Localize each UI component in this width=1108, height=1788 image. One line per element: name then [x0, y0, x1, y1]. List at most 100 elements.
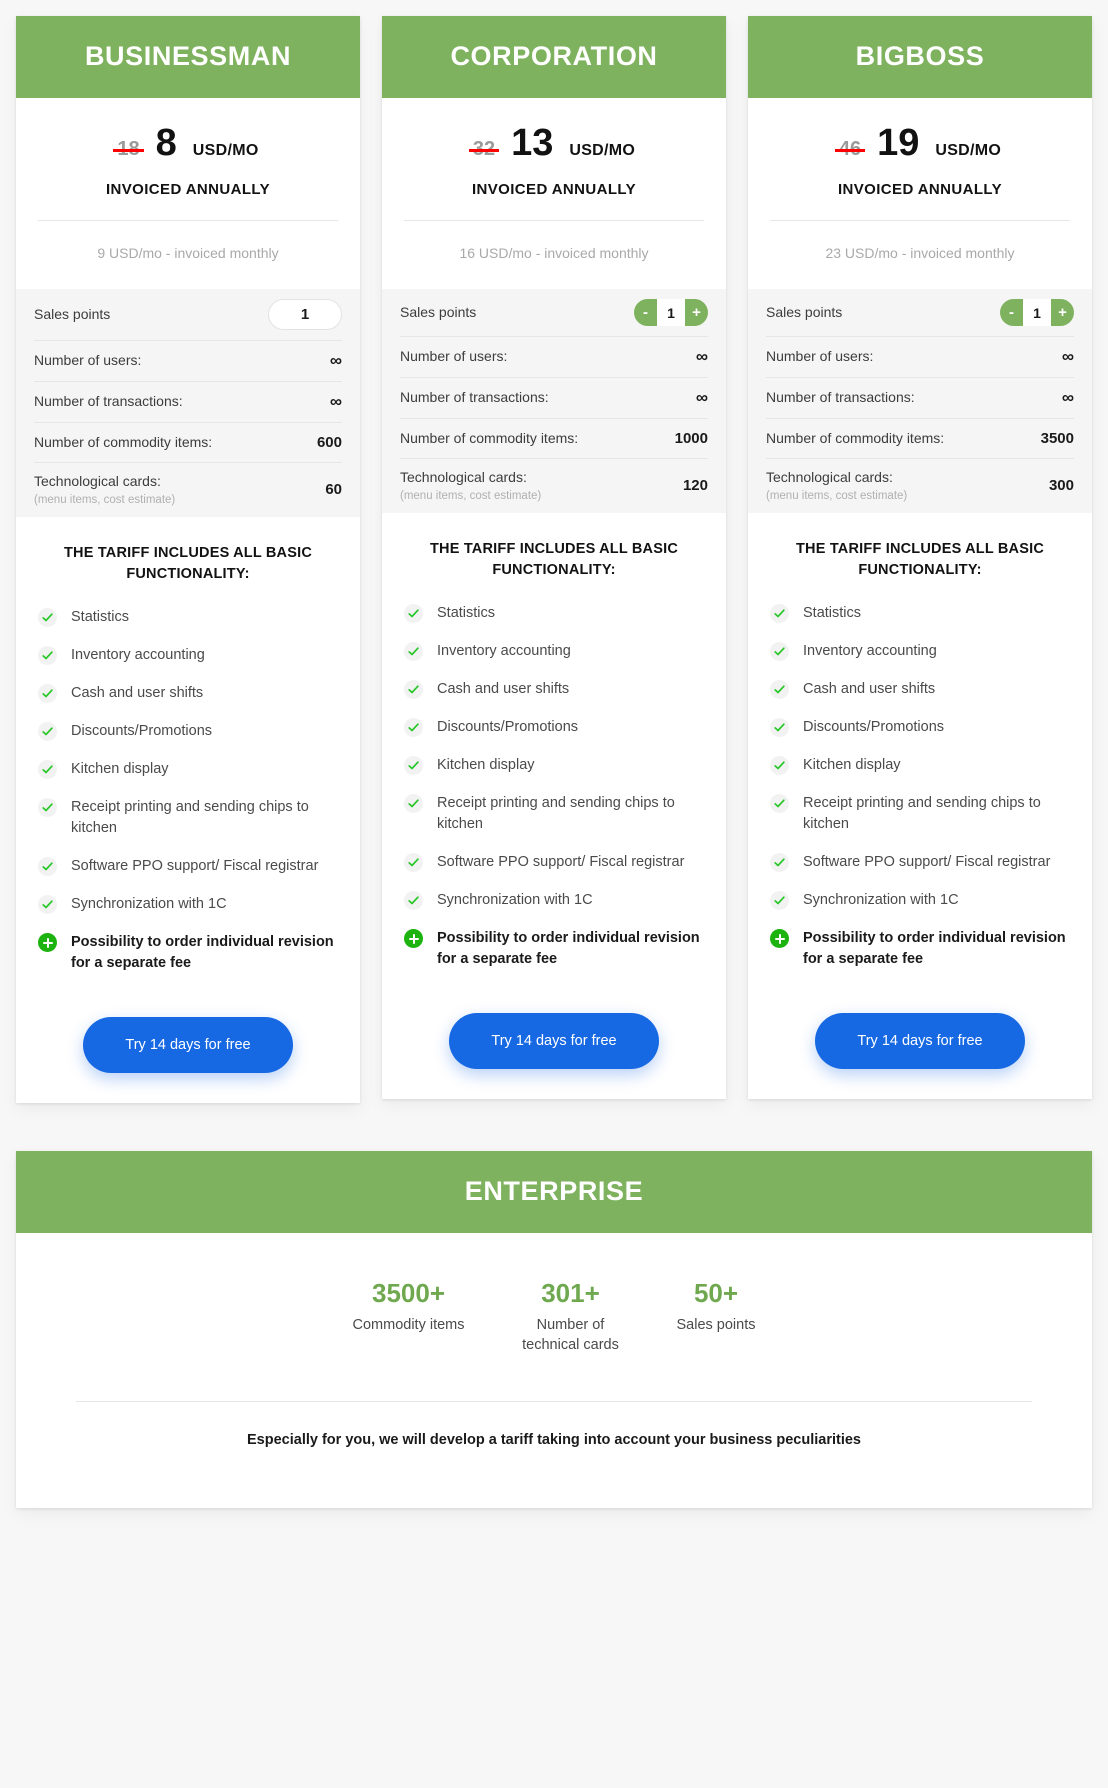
price-unit: USD/MO — [935, 142, 1002, 159]
price-block: 18 8 USD/MO INVOICED ANNUALLY 9 USD/mo - inv… — [16, 98, 360, 289]
spec-label: Sales points — [34, 305, 111, 322]
check-icon — [38, 721, 57, 741]
enterprise-stat: 3500+ Commodity items — [353, 1279, 465, 1335]
old-price: 18 — [113, 138, 144, 160]
stepper-increment-button[interactable]: + — [1051, 299, 1074, 326]
spec-row: Technological cards: (menu items, cost es… — [400, 459, 708, 513]
spec-row: Technological cards: (menu items, cost es… — [34, 463, 342, 517]
check-icon — [770, 755, 789, 775]
check-icon — [404, 793, 423, 813]
feature-item: Possibility to order individual revision… — [404, 928, 704, 970]
sales-points-value[interactable]: 1 — [268, 299, 342, 330]
feature-item: Discounts/Promotions — [770, 717, 1070, 738]
old-price: 46 — [834, 138, 866, 160]
spec-row: Number of users: ∞ — [400, 337, 708, 378]
stepper-increment-button[interactable]: + — [685, 299, 708, 326]
spec-label: Number of transactions: — [766, 389, 915, 406]
spec-label: Number of users: — [766, 348, 874, 365]
sales-points-value[interactable]: 1 — [657, 299, 685, 326]
sales-points-stepper[interactable]: -1 + — [1000, 299, 1074, 326]
spec-value: 3500 — [1040, 430, 1074, 447]
features-panel: THE TARIFF INCLUDES ALL BASIC FUNCTIONAL… — [748, 512, 1092, 1100]
stepper-decrement-button[interactable]: - — [1000, 299, 1023, 326]
spec-row: Number of users: ∞ — [766, 337, 1074, 378]
specs-panel: Sales points -1 + Number of users: ∞ Number o… — [382, 289, 726, 513]
spec-row: Number of transactions: ∞ — [34, 382, 342, 423]
enterprise-stat-value: 301+ — [541, 1278, 600, 1309]
spec-sublabel: (menu items, cost estimate) — [766, 489, 908, 502]
try-free-button[interactable]: Try 14 days for free — [815, 1013, 1025, 1070]
feature-item: Discounts/Promotions — [404, 717, 704, 738]
check-icon — [38, 857, 57, 877]
features-panel: THE TARIFF INCLUDES ALL BASIC FUNCTIONAL… — [16, 516, 360, 1104]
plus-icon — [38, 933, 57, 953]
feature-label: Receipt printing and sending chips to ki… — [71, 798, 309, 836]
plan-name: BUSINESSMAN — [16, 16, 360, 98]
enterprise-stat-label: Sales points — [676, 1316, 756, 1333]
feature-item: Possibility to order individual revision… — [770, 928, 1070, 970]
cta-wrapper: Try 14 days for free — [770, 1013, 1070, 1070]
try-free-button[interactable]: Try 14 days for free — [83, 1017, 293, 1074]
check-icon — [770, 891, 789, 911]
cta-wrapper: Try 14 days for free — [38, 1017, 338, 1074]
feature-label: Discounts/Promotions — [437, 718, 579, 735]
feature-label: Statistics — [437, 604, 496, 621]
feature-item: Cash and user shifts — [770, 679, 1070, 700]
feature-item: Software PPO support/ Fiscal registrar — [404, 852, 704, 873]
feature-item: Software PPO support/ Fiscal registrar — [770, 852, 1070, 873]
feature-item: Synchronization with 1C — [38, 894, 338, 915]
feature-label: Kitchen display — [437, 756, 535, 773]
stepper-decrement-button[interactable]: - — [634, 299, 657, 326]
spec-value: ∞ — [329, 351, 342, 370]
check-icon — [38, 797, 57, 817]
billing-period-label: INVOICED ANNUALLY — [105, 181, 271, 198]
billing-period-label: INVOICED ANNUALLY — [837, 181, 1003, 198]
feature-item: Receipt printing and sending chips to ki… — [38, 797, 338, 839]
spec-label: Number of commodity items: — [766, 429, 945, 446]
features-title: THE TARIFF INCLUDES ALL BASIC FUNCTIONAL… — [64, 544, 312, 582]
check-icon — [770, 641, 789, 661]
check-icon — [404, 891, 423, 911]
monthly-price-note: 16 USD/mo - invoiced monthly — [459, 245, 649, 261]
feature-label: Software PPO support/ Fiscal registrar — [437, 854, 685, 871]
spec-value: ∞ — [1061, 347, 1074, 366]
feature-item: Software PPO support/ Fiscal registrar — [38, 856, 338, 877]
features-title: THE TARIFF INCLUDES ALL BASIC FUNCTIONAL… — [796, 540, 1044, 578]
current-price: 8 — [155, 122, 177, 164]
feature-label: Kitchen display — [803, 756, 901, 773]
sales-points-stepper[interactable]: -1 + — [634, 299, 708, 326]
spec-value: ∞ — [695, 388, 708, 407]
feature-label: Synchronization with 1C — [71, 896, 227, 913]
price-block: 46 19 USD/MO INVOICED ANNUALLY 23 USD/mo - i… — [748, 98, 1092, 289]
enterprise-stat-value: 3500+ — [371, 1278, 446, 1309]
feature-label: Receipt printing and sending chips to ki… — [437, 794, 675, 832]
feature-label: Software PPO support/ Fiscal registrar — [71, 858, 319, 875]
enterprise-stat-value: 50+ — [693, 1278, 739, 1309]
spec-value: 120 — [682, 477, 708, 495]
spec-row: Technological cards: (menu items, cost es… — [766, 459, 1074, 513]
feature-item: Possibility to order individual revision… — [38, 932, 338, 974]
price-unit: USD/MO — [569, 142, 636, 159]
feature-item: Statistics — [404, 603, 704, 624]
enterprise-title: ENTERPRISE — [16, 1151, 1092, 1234]
plan-card-bigboss: BIGBOSS 46 19 USD/MO INVOICED ANNUALLY 23 USD… — [748, 16, 1092, 1100]
sales-points-value[interactable]: 1 — [1023, 299, 1051, 326]
spec-label: Technological cards: (menu items, cost es… — [400, 469, 542, 502]
spec-label: Number of commodity items: — [400, 429, 579, 446]
price-line: 32 13 USD/MO — [404, 124, 704, 162]
price-line: 46 19 USD/MO — [770, 124, 1070, 162]
spec-label: Technological cards: (menu items, cost es… — [766, 469, 908, 502]
try-free-button[interactable]: Try 14 days for free — [449, 1013, 659, 1070]
feature-label: Cash and user shifts — [803, 680, 936, 697]
plus-icon — [404, 929, 423, 949]
billing-period-label: INVOICED ANNUALLY — [471, 181, 637, 198]
feature-label: Statistics — [803, 604, 862, 621]
feature-item: Inventory accounting — [404, 641, 704, 662]
feature-item: Synchronization with 1C — [404, 890, 704, 911]
price-unit: USD/MO — [192, 142, 259, 159]
enterprise-body: 3500+ Commodity items 301+ Number of techni… — [16, 1233, 1092, 1508]
monthly-price-note: 9 USD/mo - invoiced monthly — [97, 245, 279, 261]
feature-label: Cash and user shifts — [437, 680, 570, 697]
enterprise-stats: 3500+ Commodity items 301+ Number of techni… — [76, 1279, 1032, 1355]
check-icon — [404, 853, 423, 873]
